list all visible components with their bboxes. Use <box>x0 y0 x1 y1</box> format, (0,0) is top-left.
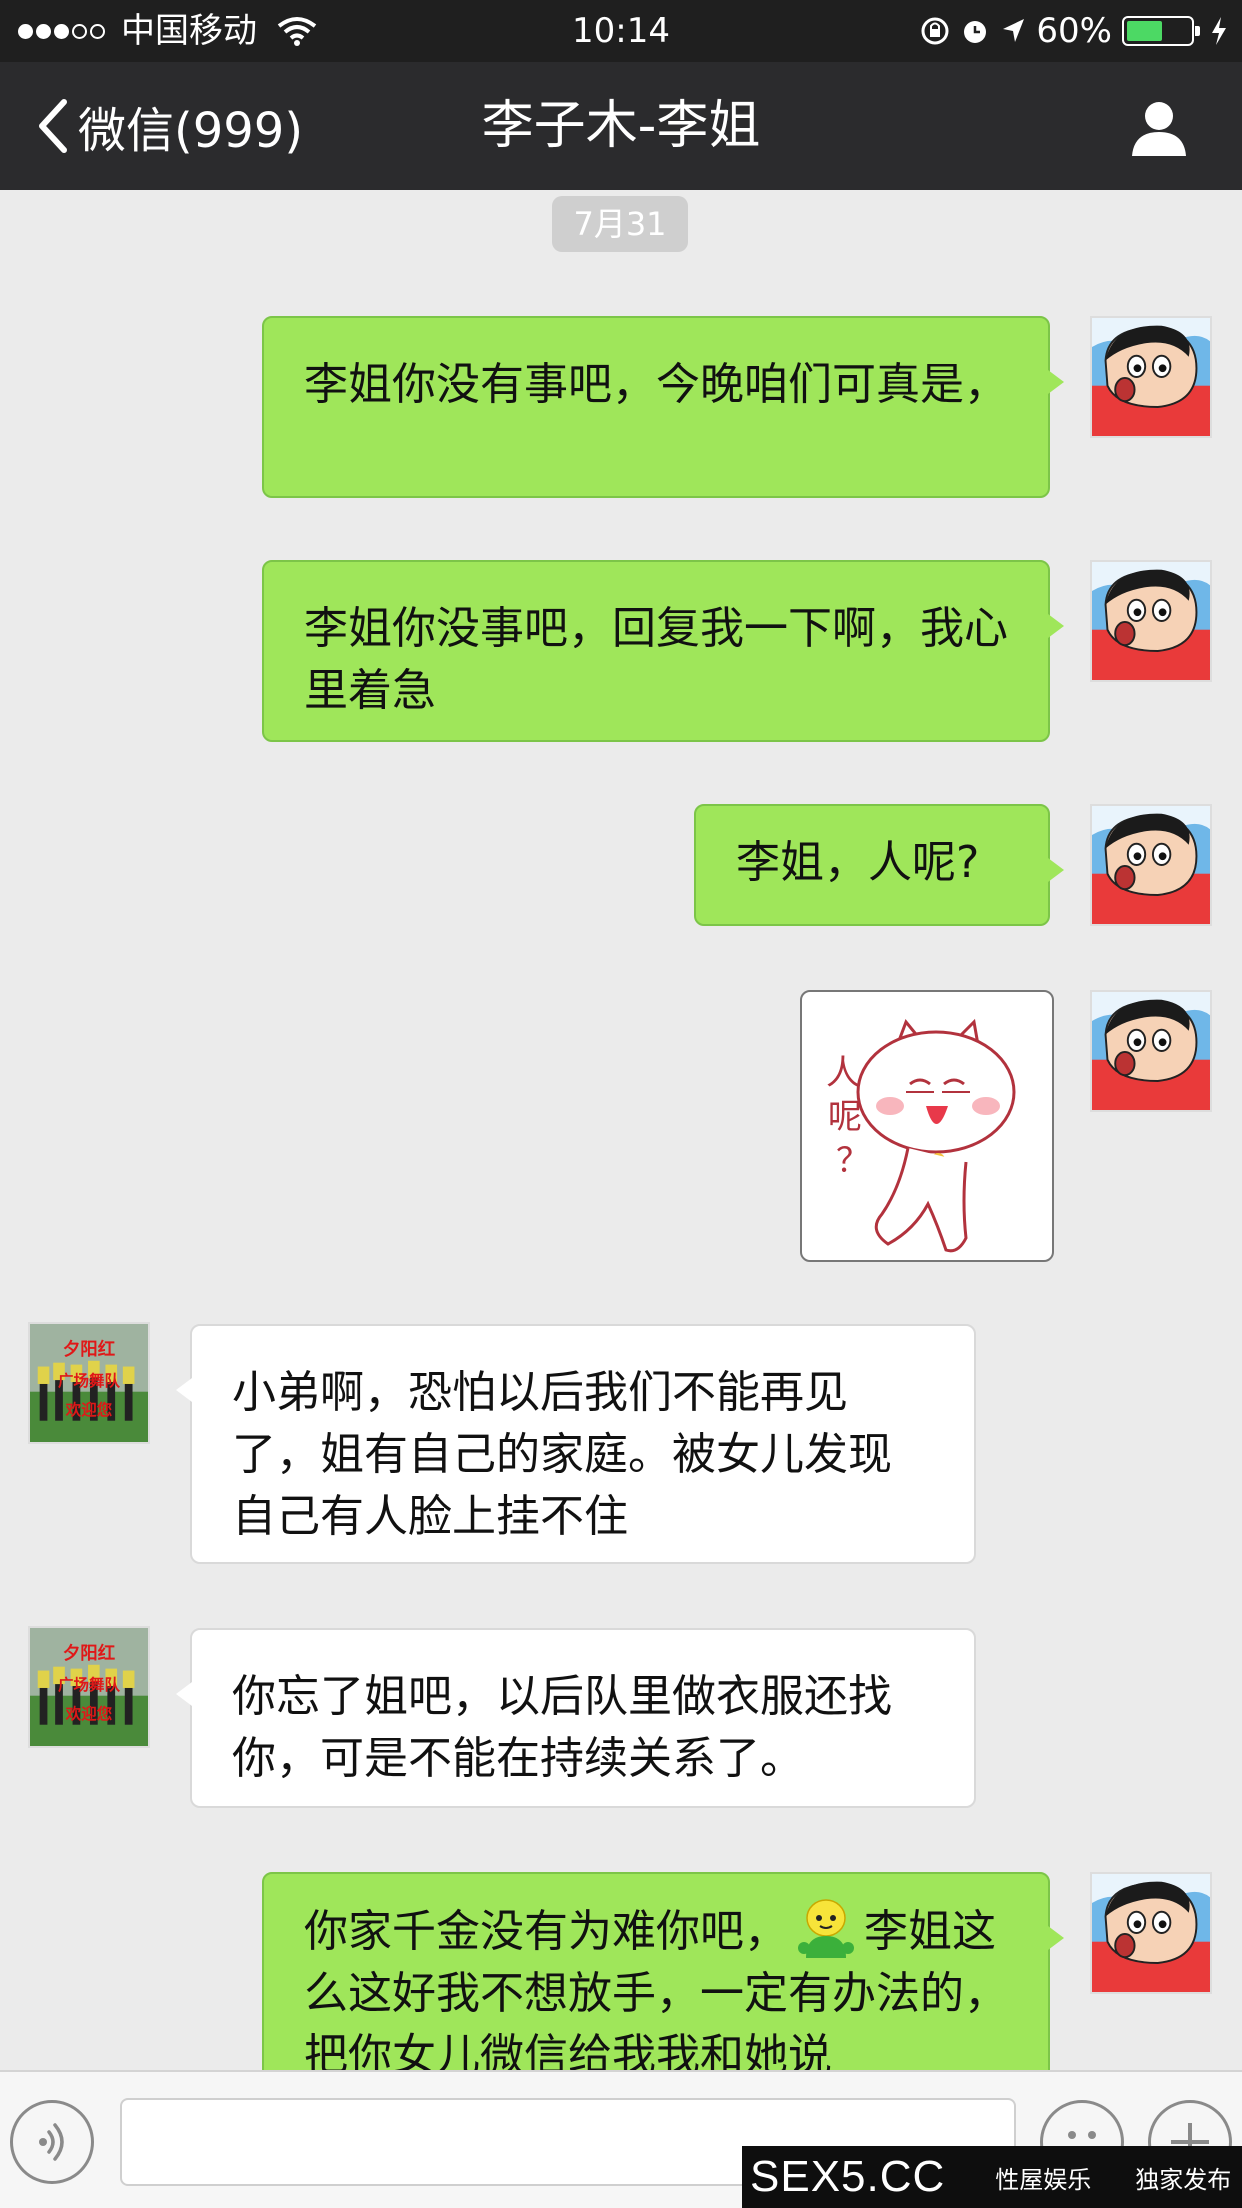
message-text: 小弟啊，恐怕以后我们不能再见了，姐有自己的家庭。被女儿发现自己有人脸上挂不住 <box>232 1367 892 1542</box>
message-text: 李姐你没有事吧，今晚咱们可真是， <box>304 359 1008 410</box>
my-message-bubble[interactable]: 你家千金没有为难你吧， 李姐这么这好我不想放手，一定有办法的，把你女儿微信给我我… <box>262 1872 1064 2070</box>
watermark-tag: 性屋娱乐 <box>995 2165 1092 2194</box>
smiley-emoji-icon <box>798 1899 854 1958</box>
chat-area[interactable]: 7月31 李姐你没有事吧，今晚咱们可真是， 李姐你没事吧，回复我一下啊，我心里着… <box>0 190 1242 2070</box>
svg-text:？: ？ <box>836 1141 870 1181</box>
my-avatar[interactable] <box>1090 804 1212 926</box>
group-dance-avatar-image: 夕阳红 广场舞队 欢迎您 <box>30 1628 148 1746</box>
date-separator: 7月31 <box>552 196 688 252</box>
message-text: 李姐，人呢? <box>736 837 980 888</box>
svg-text:广场舞队: 广场舞队 <box>58 1675 120 1694</box>
my-avatar[interactable] <box>1090 316 1212 438</box>
svg-text:欢迎您: 欢迎您 <box>65 1400 113 1419</box>
my-avatar[interactable] <box>1090 990 1212 1112</box>
cat-sticker-image: 人 呢 ？ <box>826 1018 1016 1253</box>
my-avatar[interactable] <box>1090 1872 1212 1994</box>
svg-text:呢: 呢 <box>828 1097 862 1137</box>
my-avatar[interactable] <box>1090 560 1212 682</box>
orientation-lock-icon <box>921 17 949 45</box>
battery-level-fill <box>1127 21 1162 41</box>
my-message-bubble[interactable]: 李姐你没事吧，回复我一下啊，我心里着急 <box>262 560 1064 742</box>
voice-icon <box>39 2123 64 2161</box>
watermark-logo: SEX5.CC <box>750 2152 946 2201</box>
group-dance-avatar-image: 夕阳红 广场舞队 欢迎您 <box>30 1324 148 1442</box>
back-label: 微信(999) <box>78 103 304 159</box>
cartoon-boy-avatar-image <box>1092 318 1210 436</box>
contact-message-bubble[interactable]: 你忘了姐吧，以后队里做衣服还找你，可是不能在持续关系了。 <box>176 1628 976 1808</box>
battery-icon <box>1122 16 1200 46</box>
status-bar: 中国移动 10:14 60% <box>0 0 1242 62</box>
cartoon-boy-avatar-image <box>1092 806 1210 924</box>
alarm-icon <box>964 21 987 43</box>
cartoon-boy-avatar-image <box>1092 562 1210 680</box>
cartoon-boy-avatar-image <box>1092 1874 1210 1992</box>
charging-icon <box>1212 17 1226 45</box>
svg-text:欢迎您: 欢迎您 <box>65 1704 113 1723</box>
nav-bar: 微信(999) 李子木-李姐 <box>0 62 1242 190</box>
person-icon[interactable] <box>1128 96 1190 158</box>
chevron-left-icon <box>39 99 67 153</box>
status-right: 60% <box>920 8 1228 54</box>
svg-text:夕阳红: 夕阳红 <box>63 1339 115 1360</box>
svg-text:广场舞队: 广场舞队 <box>58 1371 120 1390</box>
back-button[interactable]: 微信(999) <box>34 92 303 160</box>
my-message-bubble[interactable]: 李姐，人呢? <box>694 804 1064 926</box>
svg-text:夕阳红: 夕阳红 <box>63 1643 115 1664</box>
cartoon-boy-avatar-image <box>1092 992 1210 1110</box>
watermark-banner: SEX5.CC 性屋娱乐 独家发布 <box>742 2146 1242 2208</box>
watermark-tag: 独家发布 <box>1135 2165 1232 2194</box>
svg-text:人: 人 <box>826 1053 860 1093</box>
location-icon <box>1003 19 1025 42</box>
message-text: 你忘了姐吧，以后队里做衣服还找你，可是不能在持续关系了。 <box>232 1671 892 1784</box>
message-text: 李姐你没事吧，回复我一下啊，我心里着急 <box>304 603 1008 716</box>
wechat-chat-screen: 中国移动 10:14 60% 微信(999) 李子木-李姐 7月31 李姐你没有… <box>0 0 1242 2208</box>
contact-avatar[interactable]: 夕阳红 广场舞队 欢迎您 <box>28 1322 150 1444</box>
contact-message-bubble[interactable]: 小弟啊，恐怕以后我们不能再见了，姐有自己的家庭。被女儿发现自己有人脸上挂不住 <box>176 1324 976 1564</box>
voice-button[interactable] <box>10 2100 94 2184</box>
message-text-part1: 你家千金没有为难你吧， <box>304 1906 788 1957</box>
sticker-message[interactable]: 人 呢 ？ <box>800 990 1054 1262</box>
my-message-bubble[interactable]: 李姐你没有事吧，今晚咱们可真是， <box>262 316 1064 498</box>
battery-percent: 60% <box>1036 11 1112 51</box>
contact-avatar[interactable]: 夕阳红 广场舞队 欢迎您 <box>28 1626 150 1748</box>
